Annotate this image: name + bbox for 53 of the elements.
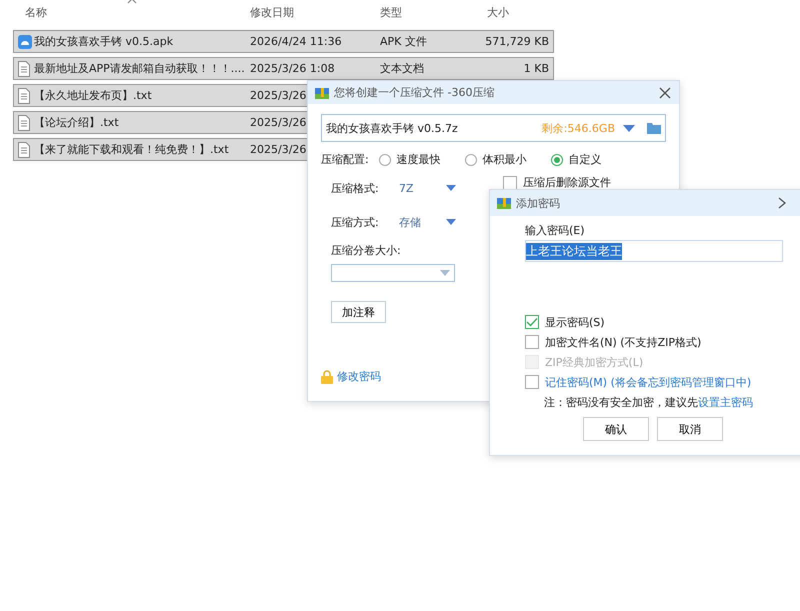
text-file-icon [17, 114, 31, 130]
option-checkbox[interactable]: 记住密码(M) (将会备忘到密码管理窗口中) [525, 372, 800, 392]
file-name: 最新地址及APP请发邮箱自动获取！！！.... [34, 61, 245, 76]
file-size: 1 KB [524, 62, 549, 75]
file-name: 我的女孩喜欢手铐 v0.5.apk [34, 34, 174, 49]
dialog-button[interactable]: 取消 [657, 417, 723, 441]
column-header[interactable]: 类型 [380, 5, 402, 20]
file-date: 2026/4/24 11:36 [250, 35, 342, 48]
app-file-icon [17, 34, 33, 50]
archive-icon [496, 195, 512, 211]
file-date: 2025/3/26 [250, 143, 306, 156]
path-field[interactable]: 我的女孩喜欢手铐 v0.5.7z 剩余:546.6GB [321, 114, 666, 142]
file-name: 【论坛介绍】.txt [34, 115, 119, 130]
folder-icon[interactable] [647, 122, 661, 134]
close-icon[interactable] [659, 86, 671, 98]
file-name: 【来了就能下载和观看！纯免费！】.txt [34, 142, 229, 157]
lock-icon [321, 370, 333, 384]
note-text: 注：密码没有安全加密，建议先 [544, 394, 698, 410]
password-field[interactable]: 上老王论坛当老王 [525, 240, 783, 262]
format-dropdown[interactable]: 7Z [399, 182, 456, 194]
column-header[interactable]: 大小 [487, 5, 509, 20]
file-date: 2025/3/26 [250, 116, 306, 129]
dialog-button[interactable]: 确认 [583, 417, 649, 441]
option-checkbox[interactable]: 显示密码(S) [525, 312, 800, 332]
file-row[interactable]: 最新地址及APP请发邮箱自动获取！！！.... 2025/3/26 1:08 文本文档 1 KB [13, 57, 554, 80]
window-title: 您将创建一个压缩文件 -360压缩 [334, 85, 494, 100]
set-master-password-link[interactable]: 设置主密码 [698, 394, 753, 410]
file-row[interactable]: 我的女孩喜欢手铐 v0.5.apk 2026/4/24 11:36 APK 文件 571,729 KB [13, 30, 554, 53]
method-dropdown[interactable]: 存储 [399, 214, 456, 230]
file-name: 【永久地址发布页】.txt [34, 88, 152, 103]
add-comment-button[interactable]: 加注释 [331, 301, 386, 323]
file-type: APK 文件 [380, 34, 427, 49]
text-file-icon [17, 142, 31, 158]
password-label: 输入密码(E) [525, 223, 586, 238]
file-size: 571,729 KB [485, 35, 549, 48]
volume-label: 压缩分卷大小: [331, 243, 402, 258]
file-date: 2025/3/26 [250, 89, 306, 102]
check-icon [526, 317, 538, 327]
method-label: 压缩方式: [331, 214, 380, 230]
text-file-icon [17, 88, 31, 104]
change-password-link[interactable]: 修改密码 [337, 369, 381, 384]
file-type: 文本文档 [380, 61, 424, 76]
dropdown-caret-icon[interactable] [446, 219, 456, 225]
column-header[interactable]: 名称 [25, 5, 47, 20]
text-file-icon [17, 60, 31, 76]
option-checkbox[interactable]: 加密文件名(N) (不支持ZIP格式) [525, 332, 800, 352]
dropdown-caret-icon[interactable] [623, 124, 635, 132]
close-icon[interactable] [778, 197, 786, 209]
file-date: 2025/3/26 1:08 [250, 62, 335, 75]
format-label: 压缩格式: [331, 180, 380, 196]
window-title: 添加密码 [516, 196, 560, 210]
column-header[interactable]: 修改日期 [250, 5, 294, 20]
dropdown-caret-icon[interactable] [446, 185, 456, 191]
